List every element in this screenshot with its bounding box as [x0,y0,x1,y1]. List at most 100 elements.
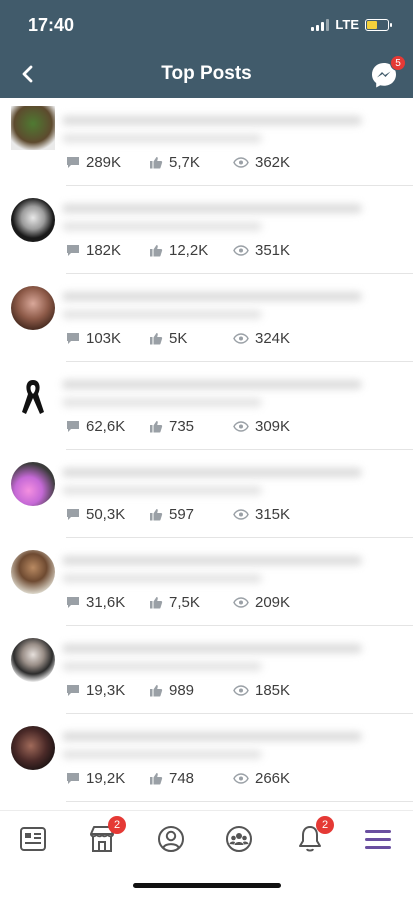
comments-stat: 62,6K [66,418,149,435]
post-item[interactable]: 31,6K 7,5K 209K [0,538,413,626]
post-item[interactable]: 62,6K 735 309K [0,362,413,450]
likes-count: 12,2K [169,242,209,259]
like-icon [150,333,163,345]
likes-count: 5K [169,330,188,347]
post-stats: 62,6K 735 309K [66,418,290,435]
avatar[interactable] [11,286,55,330]
tab-notifications[interactable]: 2 [294,816,334,855]
views-count: 315K [255,506,291,523]
post-item[interactable]: 19,3K 989 185K [0,626,413,714]
likes-stat: 748 [149,770,233,787]
likes-stat: 735 [149,418,233,435]
comment-icon [67,597,79,608]
messenger-badge: 5 [390,55,406,71]
tab-menu[interactable] [362,823,394,855]
comments-stat: 289K [66,154,149,171]
avatar[interactable] [11,462,55,506]
tab-profile[interactable] [155,823,187,855]
eye-icon [233,157,249,168]
comment-icon [67,333,79,344]
shop-badge: 2 [108,816,126,834]
comments-stat: 19,2K [66,770,149,787]
black-ribbon-icon [22,380,44,414]
comment-icon [67,509,79,520]
like-icon [150,157,163,169]
like-icon [150,509,163,521]
eye-icon [233,509,249,520]
views-stat: 309K [233,418,290,435]
comments-count: 62,6K [86,418,126,435]
avatar[interactable] [11,550,55,594]
views-stat: 209K [233,594,290,611]
eye-icon [233,245,249,256]
likes-count: 597 [169,506,195,523]
likes-stat: 12,2K [149,242,233,259]
post-item[interactable]: 289K 5,7K 362K [0,98,413,186]
avatar[interactable] [11,198,55,242]
like-icon [150,773,163,785]
likes-stat: 5K [149,330,233,347]
post-stats: 19,2K 748 266K [66,770,290,787]
views-count: 266K [255,770,291,787]
like-icon [150,597,163,609]
eye-icon [233,597,249,608]
tab-shop[interactable]: 2 [86,816,126,855]
eye-icon [233,773,249,784]
views-stat: 351K [233,242,290,259]
news-feed-icon [20,827,46,851]
likes-stat: 597 [149,506,233,523]
views-stat: 315K [233,506,290,523]
comments-count: 289K [86,154,122,171]
avatar[interactable] [11,638,55,682]
comments-count: 103K [86,330,122,347]
notifications-badge: 2 [316,816,334,834]
post-text-blurred [62,486,262,495]
post-text-blurred [62,732,362,741]
comments-count: 19,2K [86,770,126,787]
views-count: 324K [255,330,291,347]
comments-stat: 19,3K [66,682,149,699]
like-icon [150,245,163,257]
eye-icon [233,685,249,696]
app-header: Top Posts 5 [0,50,413,98]
likes-count: 989 [169,682,195,699]
post-item[interactable]: 182K 12,2K 351K [0,186,413,274]
comment-icon [67,245,79,256]
comment-icon [67,421,79,432]
comments-count: 50,3K [86,506,126,523]
likes-count: 735 [169,418,195,435]
comments-stat: 103K [66,330,149,347]
profile-icon [158,826,184,852]
like-icon [150,421,163,433]
post-stats: 50,3K 597 315K [66,506,290,523]
post-text-blurred [62,468,362,477]
post-text-blurred [62,222,262,231]
views-stat: 266K [233,770,290,787]
avatar[interactable] [11,726,55,770]
home-indicator[interactable] [133,883,281,888]
menu-icon [365,830,391,849]
post-item[interactable]: 50,3K 597 315K [0,450,413,538]
post-text-blurred [62,134,262,143]
post-item[interactable]: 103K 5K 324K [0,274,413,362]
likes-stat: 7,5K [149,594,233,611]
views-stat: 185K [233,682,290,699]
tab-groups[interactable] [223,823,255,855]
messenger-button[interactable]: 5 [369,55,406,90]
post-text-blurred [62,116,362,125]
likes-stat: 5,7K [149,154,233,171]
post-stats: 31,6K 7,5K 209K [66,594,290,611]
avatar[interactable] [11,374,55,418]
post-stats: 289K 5,7K 362K [66,154,290,171]
comments-count: 31,6K [86,594,126,611]
groups-icon [226,826,252,852]
likes-stat: 989 [149,682,233,699]
post-stats: 103K 5K 324K [66,330,290,347]
tab-news-feed[interactable] [17,823,49,855]
post-text-blurred [62,380,362,389]
likes-count: 5,7K [169,154,200,171]
post-item[interactable]: 19,2K 748 266K [0,714,413,802]
comment-icon [67,773,79,784]
comments-stat: 50,3K [66,506,149,523]
avatar[interactable] [11,106,55,150]
